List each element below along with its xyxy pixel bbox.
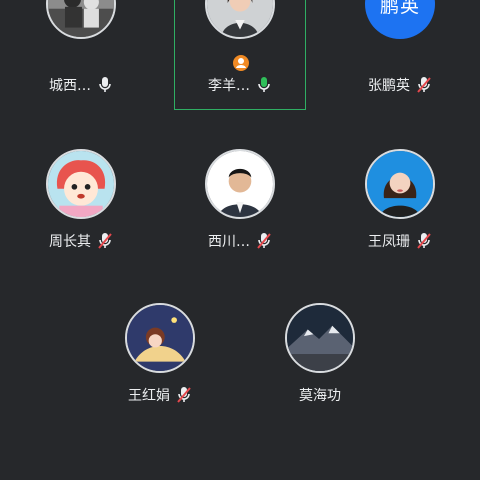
participant-tile-1[interactable]: 城西… [15,0,147,110]
participant-label-row: 王凤珊 [335,231,465,251]
participant-label-row: 莫海功 [255,385,385,405]
participant-name: 莫海功 [299,388,341,404]
participant-name: 王红娟 [128,388,170,404]
text-avatar: 鹏英 [365,0,435,39]
bw-photo-icon [46,0,116,39]
cartoon-girl-icon [46,149,116,219]
participant-label-row: 王红娟 [95,385,225,405]
participant-tile-5[interactable]: 西川… [174,148,306,260]
moon-girl-icon [125,303,195,373]
participant-label-row: 李羊… [175,75,305,95]
participant-label-row: 周长其 [16,231,146,251]
mic-active-icon [256,76,272,94]
participant-tile-2[interactable]: 李羊… [174,0,306,110]
participant-name: 李羊… [208,78,250,94]
mountain-night-icon [285,303,355,373]
participant-name: 周长其 [49,234,91,250]
participant-label-row: 张鹏英 [335,75,465,95]
woman-photo-blue-icon [365,149,435,219]
woman-photo-icon [205,0,275,39]
participant-label-row: 城西… [16,75,146,95]
participant-tile-4[interactable]: 周长其 [15,148,147,260]
mic-muted-icon [97,232,113,250]
host-badge-icon [232,54,250,72]
participant-tile-7[interactable]: 王红娟 [94,302,226,414]
mic-icon [97,76,113,94]
participant-name: 王凤珊 [368,234,410,250]
participant-tile-8[interactable]: 莫海功 [254,302,386,414]
mic-muted-icon [176,386,192,404]
participant-name: 张鹏英 [368,78,410,94]
participant-tile-6[interactable]: 王凤珊 [334,148,466,260]
participant-label-row: 西川… [175,231,305,251]
participant-name: 西川… [208,234,250,250]
participant-name: 城西… [49,78,91,94]
participant-tile-3[interactable]: 鹏英 张鹏英 [334,0,466,110]
mic-muted-icon [256,232,272,250]
participant-grid: 城西… 李羊… 鹏英 张鹏英 周长其 西川… 王凤珊 王红娟 莫海功 [0,0,480,480]
man-photo-icon [205,149,275,219]
mic-muted-icon [416,232,432,250]
mic-muted-icon [416,76,432,94]
